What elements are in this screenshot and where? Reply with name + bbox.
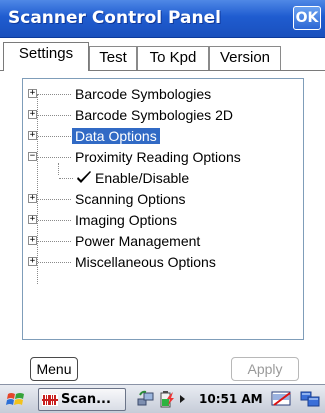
- tree-connector: [38, 199, 71, 200]
- tree-connector: [38, 94, 71, 95]
- tree-connector: [59, 178, 73, 179]
- arrow-icon[interactable]: [177, 390, 187, 408]
- tree-item-data-options[interactable]: + Data Options: [23, 126, 303, 147]
- start-flag-icon[interactable]: [6, 390, 26, 410]
- tree-item-label: Barcode Symbologies: [75, 86, 212, 102]
- scanner-app-icon: [42, 394, 58, 406]
- tree-item-proximity-reading-options[interactable]: − Proximity Reading Options: [23, 147, 303, 168]
- tree-item-label: Proximity Reading Options: [75, 149, 241, 165]
- battery-icon[interactable]: [157, 390, 175, 408]
- taskbar-clock[interactable]: 10:51 AM: [199, 392, 263, 406]
- tree-item-label: Barcode Symbologies 2D: [75, 107, 233, 123]
- tree-item-label: Miscellaneous Options: [75, 254, 216, 270]
- tree-connector: [38, 220, 71, 221]
- tab-to-kpd[interactable]: To Kpd: [137, 46, 209, 70]
- tree-connector: [38, 136, 71, 137]
- title-bar: Scanner Control Panel OK: [0, 0, 325, 38]
- tree-item-label: Scanning Options: [75, 191, 186, 207]
- tab-test[interactable]: Test: [89, 46, 137, 70]
- menu-button[interactable]: Menu: [30, 357, 78, 381]
- expand-icon[interactable]: +: [28, 194, 37, 203]
- tree-connector: [38, 241, 71, 242]
- taskbar-app-button[interactable]: Scan...: [38, 388, 126, 411]
- taskbar-app-label: Scan...: [61, 392, 111, 407]
- tree-item-barcode-symbologies-2d[interactable]: + Barcode Symbologies 2D: [23, 105, 303, 126]
- tree-connector: [38, 157, 71, 158]
- tree-item-label: Imaging Options: [75, 212, 177, 228]
- scanner-control-panel-window: Scanner Control Panel OK Settings Test T…: [0, 0, 325, 413]
- tree-connector: [38, 262, 71, 263]
- tab-strip: Settings Test To Kpd Version: [0, 38, 325, 72]
- tree-item-scanning-options[interactable]: + Scanning Options: [23, 189, 303, 210]
- tree-item-miscellaneous-options[interactable]: + Miscellaneous Options: [23, 252, 303, 273]
- windows-icon[interactable]: [299, 390, 321, 408]
- expand-icon[interactable]: +: [28, 110, 37, 119]
- expand-icon[interactable]: +: [28, 89, 37, 98]
- expand-icon[interactable]: +: [28, 215, 37, 224]
- expand-icon[interactable]: +: [28, 257, 37, 266]
- settings-panel: + Barcode Symbologies + Barcode Symbolog…: [0, 72, 325, 354]
- collapse-icon[interactable]: −: [28, 152, 37, 161]
- tab-settings[interactable]: Settings: [3, 42, 89, 71]
- tree-item-label: Data Options: [72, 128, 160, 144]
- tree-item-imaging-options[interactable]: + Imaging Options: [23, 210, 303, 231]
- keyboard-icon[interactable]: [271, 390, 293, 408]
- tree-connector: [38, 115, 71, 116]
- tree-item-label: Power Management: [75, 233, 201, 249]
- apply-button[interactable]: Apply: [231, 357, 299, 381]
- taskbar: Scan... 10:51 AM: [0, 384, 325, 413]
- tab-version[interactable]: Version: [209, 46, 281, 70]
- settings-tree[interactable]: + Barcode Symbologies + Barcode Symbolog…: [22, 78, 304, 340]
- expand-icon[interactable]: +: [28, 236, 37, 245]
- tree-item-enable-disable[interactable]: Enable/Disable: [23, 168, 303, 189]
- expand-icon[interactable]: +: [28, 131, 37, 140]
- network-icon[interactable]: [137, 390, 155, 408]
- checkmark-icon[interactable]: [75, 169, 93, 187]
- tree-item-label: Enable/Disable: [95, 170, 190, 186]
- tree-item-barcode-symbologies[interactable]: + Barcode Symbologies: [23, 84, 303, 105]
- tree-item-power-management[interactable]: + Power Management: [23, 231, 303, 252]
- window-title: Scanner Control Panel: [8, 8, 221, 28]
- ok-button[interactable]: OK: [293, 6, 321, 30]
